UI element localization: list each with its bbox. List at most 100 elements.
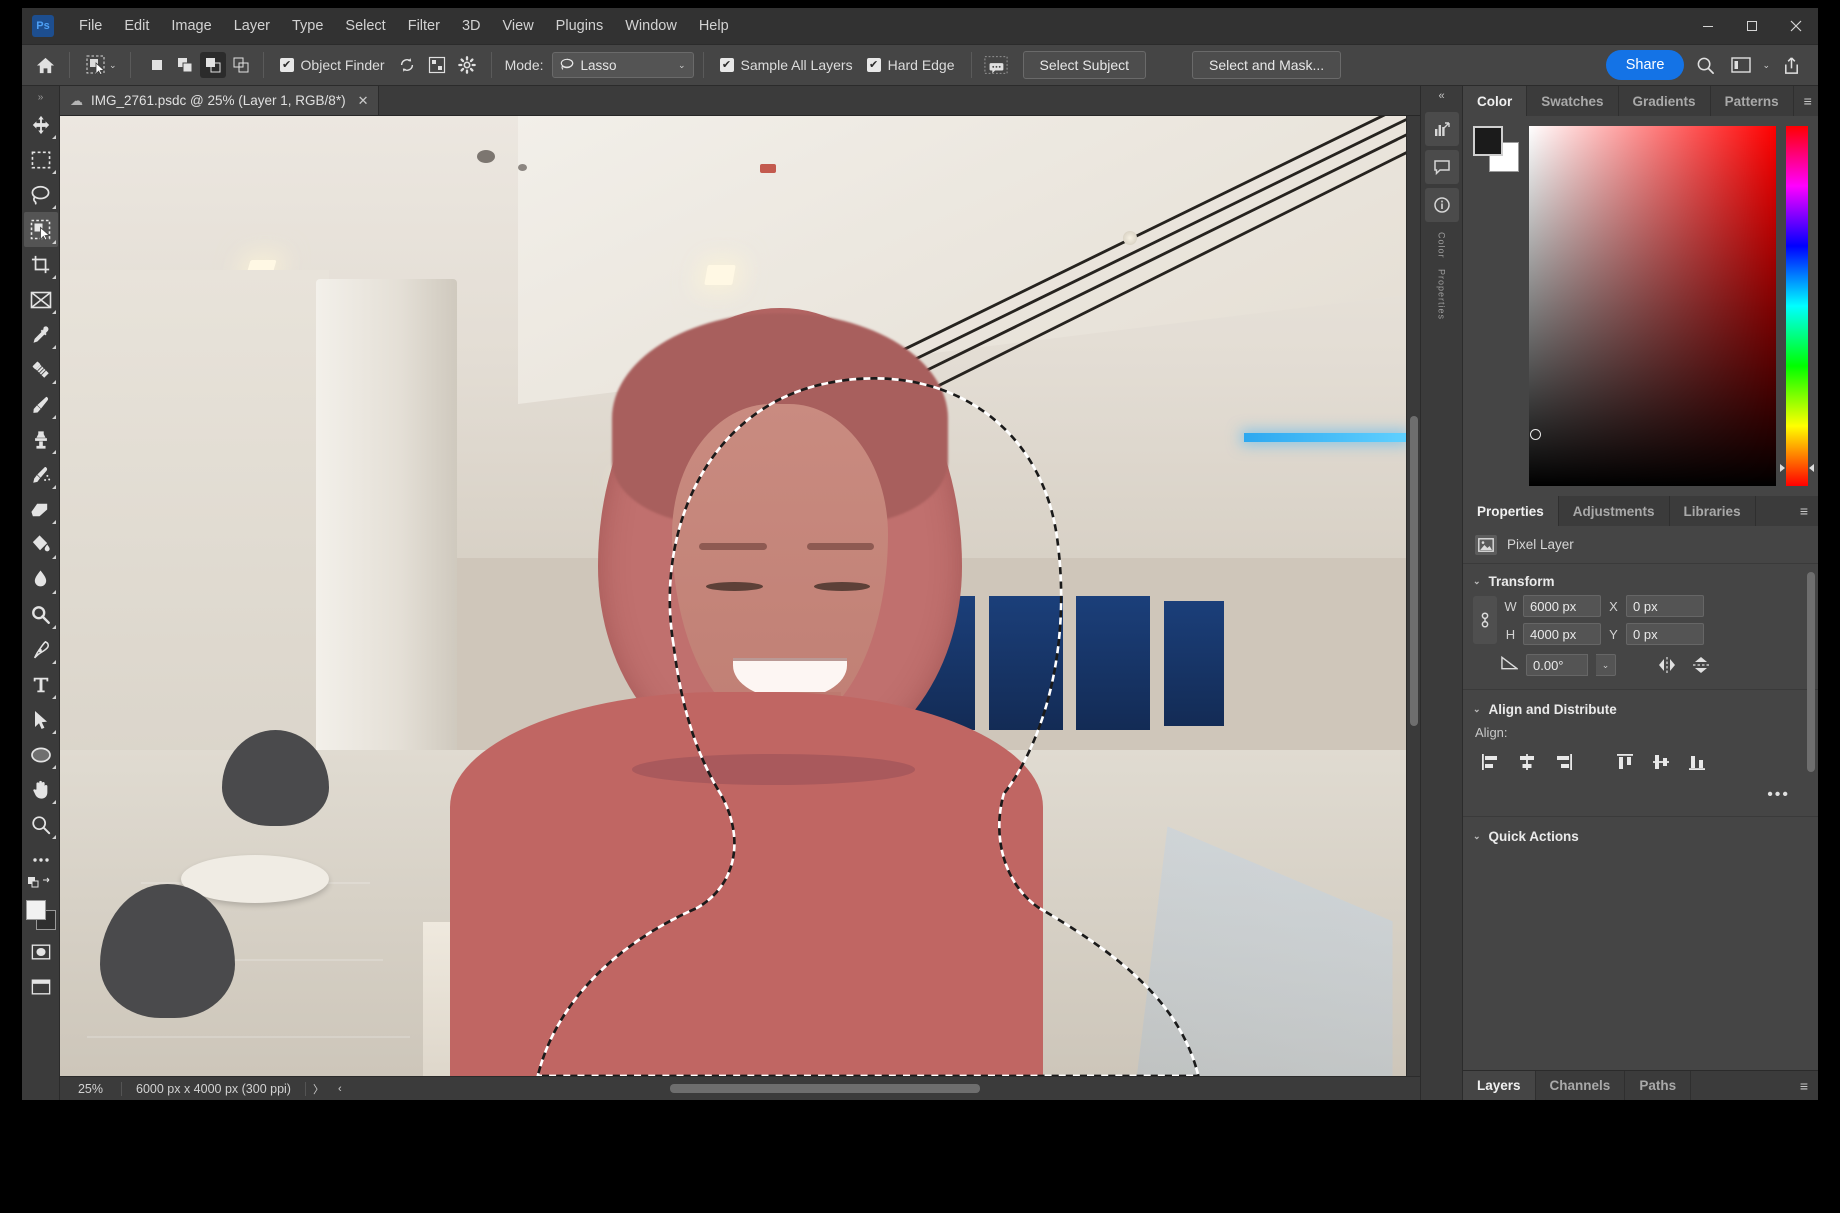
foreground-color-swatch[interactable] — [1473, 126, 1503, 156]
gradient-tool[interactable] — [24, 527, 58, 562]
height-input[interactable]: 4000 px — [1523, 623, 1601, 645]
flip-horizontal-icon[interactable] — [1654, 653, 1680, 677]
color-field-marker[interactable] — [1530, 429, 1541, 440]
screen-mode-icon[interactable] — [24, 969, 58, 1004]
blur-tool[interactable] — [24, 562, 58, 597]
color-panel-swatches[interactable] — [1473, 126, 1519, 172]
status-expand-icon[interactable]: 〉 — [306, 1081, 331, 1097]
menu-type[interactable]: Type — [281, 14, 334, 38]
color-panel-menu-icon[interactable]: ≡ — [1794, 86, 1822, 116]
menu-edit[interactable]: Edit — [113, 14, 160, 38]
eraser-tool[interactable] — [24, 492, 58, 527]
move-tool[interactable] — [24, 107, 58, 142]
history-brush-tool[interactable] — [24, 457, 58, 492]
object-selection-tool[interactable] — [24, 212, 58, 247]
minimize-button[interactable] — [1686, 8, 1730, 44]
home-icon[interactable] — [30, 51, 60, 79]
rectangular-marquee-tool[interactable] — [24, 142, 58, 177]
align-vertical-centers-icon[interactable] — [1645, 748, 1677, 776]
menu-view[interactable]: View — [492, 14, 545, 38]
chevron-down-icon[interactable]: ⌄ — [1596, 654, 1616, 676]
scrollbar-thumb[interactable] — [670, 1084, 980, 1093]
transform-section-header[interactable]: ⌄ Transform — [1463, 564, 1818, 595]
document-tab[interactable]: ☁ IMG_2761.psdc @ 25% (Layer 1, RGB/8*) … — [60, 86, 379, 115]
menu-plugins[interactable]: Plugins — [545, 14, 615, 38]
tab-properties[interactable]: Properties — [1463, 496, 1559, 526]
hue-slider[interactable] — [1786, 126, 1808, 486]
menu-image[interactable]: Image — [160, 14, 222, 38]
hue-slider-marker[interactable] — [1784, 464, 1810, 472]
tab-adjustments[interactable]: Adjustments — [1559, 496, 1670, 526]
quick-mask-icon[interactable] — [24, 934, 58, 969]
align-section-header[interactable]: ⌄ Align and Distribute — [1463, 692, 1818, 723]
color-swatches[interactable] — [24, 898, 58, 934]
share-button[interactable]: Share — [1606, 50, 1685, 80]
tab-gradients[interactable]: Gradients — [1619, 86, 1711, 116]
collapse-panels-icon[interactable]: « — [1438, 90, 1444, 108]
toolbar-grip[interactable]: » — [38, 92, 44, 103]
add-to-selection-button[interactable] — [172, 52, 198, 78]
brush-tool[interactable] — [24, 387, 58, 422]
align-left-edges-icon[interactable] — [1475, 748, 1507, 776]
menu-help[interactable]: Help — [688, 14, 740, 38]
object-finder-checkbox[interactable]: ✔ Object Finder — [280, 57, 385, 73]
width-input[interactable]: 6000 px — [1523, 595, 1601, 617]
angle-input[interactable]: 0.00° — [1526, 654, 1588, 676]
canvas-horizontal-scrollbar[interactable] — [360, 1084, 1290, 1093]
menu-file[interactable]: File — [68, 14, 113, 38]
align-bottom-edges-icon[interactable] — [1681, 748, 1713, 776]
dodge-tool[interactable] — [24, 597, 58, 632]
live-tooltip-icon[interactable] — [981, 51, 1011, 79]
canvas-vertical-scrollbar[interactable] — [1406, 116, 1420, 1076]
pen-tool[interactable] — [24, 632, 58, 667]
frame-tool[interactable] — [24, 282, 58, 317]
scrollbar-thumb[interactable] — [1807, 572, 1815, 772]
zoom-level[interactable]: 25% — [60, 1082, 122, 1096]
refresh-icon[interactable] — [392, 51, 422, 79]
tab-channels[interactable]: Channels — [1536, 1071, 1626, 1100]
flip-vertical-icon[interactable] — [1688, 653, 1714, 677]
properties-vertical-scrollbar[interactable] — [1807, 572, 1815, 872]
link-width-height-icon[interactable] — [1473, 596, 1497, 644]
select-and-mask-button[interactable]: Select and Mask... — [1192, 51, 1341, 79]
horizontal-type-tool[interactable] — [24, 667, 58, 702]
intersect-with-selection-button[interactable] — [228, 52, 254, 78]
tab-patterns[interactable]: Patterns — [1711, 86, 1794, 116]
crop-tool[interactable] — [24, 247, 58, 282]
align-right-edges-icon[interactable] — [1547, 748, 1579, 776]
menu-3d[interactable]: 3D — [451, 14, 492, 38]
show-object-overlay-icon[interactable] — [422, 51, 452, 79]
image-canvas[interactable] — [60, 116, 1406, 1076]
eyedropper-tool[interactable] — [24, 317, 58, 352]
tab-swatches[interactable]: Swatches — [1527, 86, 1618, 116]
tab-libraries[interactable]: Libraries — [1670, 496, 1756, 526]
comments-icon[interactable] — [1425, 150, 1459, 184]
scrollbar-thumb[interactable] — [1410, 416, 1418, 726]
path-selection-tool[interactable] — [24, 702, 58, 737]
color-field[interactable] — [1529, 126, 1776, 486]
quick-actions-section-header[interactable]: ⌄ Quick Actions — [1463, 819, 1818, 850]
ellipse-tool[interactable] — [24, 737, 58, 772]
tool-preset-picker[interactable]: ⌄ — [79, 52, 121, 78]
align-top-edges-icon[interactable] — [1609, 748, 1641, 776]
zoom-tool[interactable] — [24, 807, 58, 842]
search-icon[interactable] — [1690, 51, 1720, 79]
hand-tool[interactable] — [24, 772, 58, 807]
tab-layers[interactable]: Layers — [1463, 1071, 1536, 1100]
maximize-button[interactable] — [1730, 8, 1774, 44]
layers-panel-menu-icon[interactable]: ≡ — [1790, 1071, 1818, 1100]
y-input[interactable]: 0 px — [1626, 623, 1704, 645]
close-button[interactable] — [1774, 8, 1818, 44]
select-subject-button[interactable]: Select Subject — [1023, 51, 1147, 79]
more-options-icon[interactable]: ••• — [1767, 786, 1790, 804]
clone-stamp-tool[interactable] — [24, 422, 58, 457]
hard-edge-checkbox[interactable]: ✔ Hard Edge — [867, 57, 955, 73]
menu-filter[interactable]: Filter — [397, 14, 451, 38]
close-icon[interactable]: ✕ — [358, 93, 369, 109]
histogram-icon[interactable] — [1425, 112, 1459, 146]
chevron-down-icon[interactable]: ⌄ — [1762, 60, 1770, 71]
x-input[interactable]: 0 px — [1626, 595, 1704, 617]
scroll-left-icon[interactable]: ‹ — [331, 1083, 349, 1095]
new-selection-button[interactable] — [144, 52, 170, 78]
lasso-tool[interactable] — [24, 177, 58, 212]
